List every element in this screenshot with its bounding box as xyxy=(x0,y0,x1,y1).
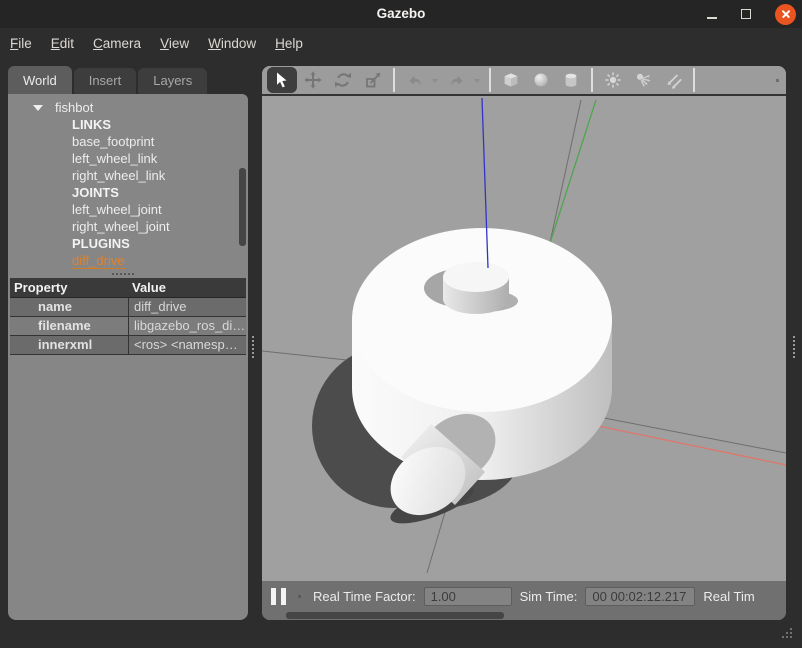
menu-file[interactable]: File xyxy=(10,36,32,51)
tree-item-right-wheel-joint[interactable]: right_wheel_joint xyxy=(8,218,248,235)
real-time-factor-label: Real Time Factor: xyxy=(313,589,416,604)
undo-button[interactable] xyxy=(401,67,429,93)
gazebo-window: { "window": { "title": "Gazebo" }, "menu… xyxy=(0,0,802,648)
toolbar-separator xyxy=(489,68,491,92)
menu-help[interactable]: Help xyxy=(275,36,303,51)
undo-dropdown-caret[interactable] xyxy=(432,79,438,83)
spot-light-icon xyxy=(634,71,652,89)
tab-insert[interactable]: Insert xyxy=(74,68,137,94)
table-row[interactable]: innerxml <ros> <namesp… xyxy=(10,336,246,355)
render-panel: Real Time Factor: 1.00 Sim Time: 00 00:0… xyxy=(262,66,786,620)
scale-tool-button[interactable] xyxy=(359,67,387,93)
tree-category-links[interactable]: LINKS xyxy=(8,116,248,133)
insert-box-button[interactable] xyxy=(497,67,525,93)
box-icon xyxy=(502,71,520,89)
minimize-button[interactable] xyxy=(707,17,717,19)
insert-sphere-button[interactable] xyxy=(527,67,555,93)
title-bar: Gazebo xyxy=(0,0,802,28)
select-tool-button[interactable] xyxy=(267,67,297,93)
redo-icon xyxy=(448,71,466,89)
status-separator-dot xyxy=(298,595,301,598)
directional-light-icon xyxy=(664,71,682,89)
render-toolbar xyxy=(262,66,786,96)
toolbar-separator xyxy=(393,68,395,92)
3d-viewport[interactable] xyxy=(262,96,786,581)
status-bar: Real Time Factor: 1.00 Sim Time: 00 00:0… xyxy=(262,581,786,620)
translate-icon xyxy=(304,71,322,89)
translate-tool-button[interactable] xyxy=(299,67,327,93)
toolbar-separator xyxy=(693,68,695,92)
menu-edit[interactable]: Edit xyxy=(51,36,74,51)
maximize-button[interactable] xyxy=(741,9,751,19)
robot-lidar-cylinder[interactable] xyxy=(443,262,509,314)
tree-category-joints[interactable]: JOINTS xyxy=(8,184,248,201)
insert-cylinder-button[interactable] xyxy=(557,67,585,93)
status-horizontal-scrollbar[interactable] xyxy=(286,612,504,619)
table-row[interactable]: name diff_drive xyxy=(10,298,246,317)
right-splitter-handle[interactable] xyxy=(793,336,795,358)
table-row[interactable]: filename libgazebo_ros_di… xyxy=(10,317,246,336)
scale-icon xyxy=(364,71,382,89)
directional-light-button[interactable] xyxy=(659,67,687,93)
panel-tab-bar: World Insert Layers xyxy=(8,66,207,94)
cursor-arrow-icon xyxy=(273,71,291,89)
real-time-label: Real Tim xyxy=(703,589,754,604)
tab-world[interactable]: World xyxy=(8,66,72,94)
sim-time-value: 00 00:02:12.217 xyxy=(585,587,695,606)
header-value: Value xyxy=(128,278,246,297)
menu-bar: File Edit Camera View Window Help xyxy=(0,28,802,58)
tree-item-diff-drive[interactable]: diff_drive xyxy=(8,252,248,269)
toolbar-overflow-dot[interactable] xyxy=(776,79,779,82)
undo-icon xyxy=(406,71,424,89)
point-light-icon xyxy=(604,71,622,89)
rotate-icon xyxy=(334,71,352,89)
panel-splitter-handle[interactable] xyxy=(112,273,134,275)
collapse-arrow-icon[interactable] xyxy=(33,105,43,111)
toolbar-separator xyxy=(591,68,593,92)
spot-light-button[interactable] xyxy=(629,67,657,93)
window-title: Gazebo xyxy=(0,0,802,28)
property-table-header: Property Value xyxy=(10,278,246,298)
tree-item-left-wheel-joint[interactable]: left_wheel_joint xyxy=(8,201,248,218)
close-button[interactable] xyxy=(775,4,796,25)
real-time-factor-value: 1.00 xyxy=(424,587,512,606)
rotate-tool-button[interactable] xyxy=(329,67,357,93)
world-tab-panel: fishbot LINKS base_footprint left_wheel_… xyxy=(8,94,248,620)
menu-camera[interactable]: Camera xyxy=(93,36,141,51)
redo-dropdown-caret[interactable] xyxy=(474,79,480,83)
left-panel: World Insert Layers fishbot LINKS base_f… xyxy=(8,66,248,620)
menu-window[interactable]: Window xyxy=(208,36,256,51)
tree-item-right-wheel-link[interactable]: right_wheel_link xyxy=(8,167,248,184)
sphere-icon xyxy=(532,71,550,89)
tree-item-base-footprint[interactable]: base_footprint xyxy=(8,133,248,150)
cylinder-icon xyxy=(562,71,580,89)
tree-item-fishbot[interactable]: fishbot xyxy=(8,99,248,116)
tree-category-plugins[interactable]: PLUGINS xyxy=(8,235,248,252)
property-table: Property Value name diff_drive filename … xyxy=(10,278,246,355)
tree-vertical-scrollbar[interactable] xyxy=(239,168,246,246)
redo-button[interactable] xyxy=(443,67,471,93)
window-resize-grip[interactable] xyxy=(782,628,794,640)
menu-view[interactable]: View xyxy=(160,36,189,51)
header-property: Property xyxy=(10,278,128,297)
point-light-button[interactable] xyxy=(599,67,627,93)
left-splitter-handle[interactable] xyxy=(252,336,254,358)
tree-item-left-wheel-link[interactable]: left_wheel_link xyxy=(8,150,248,167)
3d-scene xyxy=(262,96,786,576)
model-tree: fishbot LINKS base_footprint left_wheel_… xyxy=(8,99,248,269)
sim-time-label: Sim Time: xyxy=(520,589,578,604)
tab-layers[interactable]: Layers xyxy=(138,68,207,94)
pause-button[interactable] xyxy=(271,588,286,605)
